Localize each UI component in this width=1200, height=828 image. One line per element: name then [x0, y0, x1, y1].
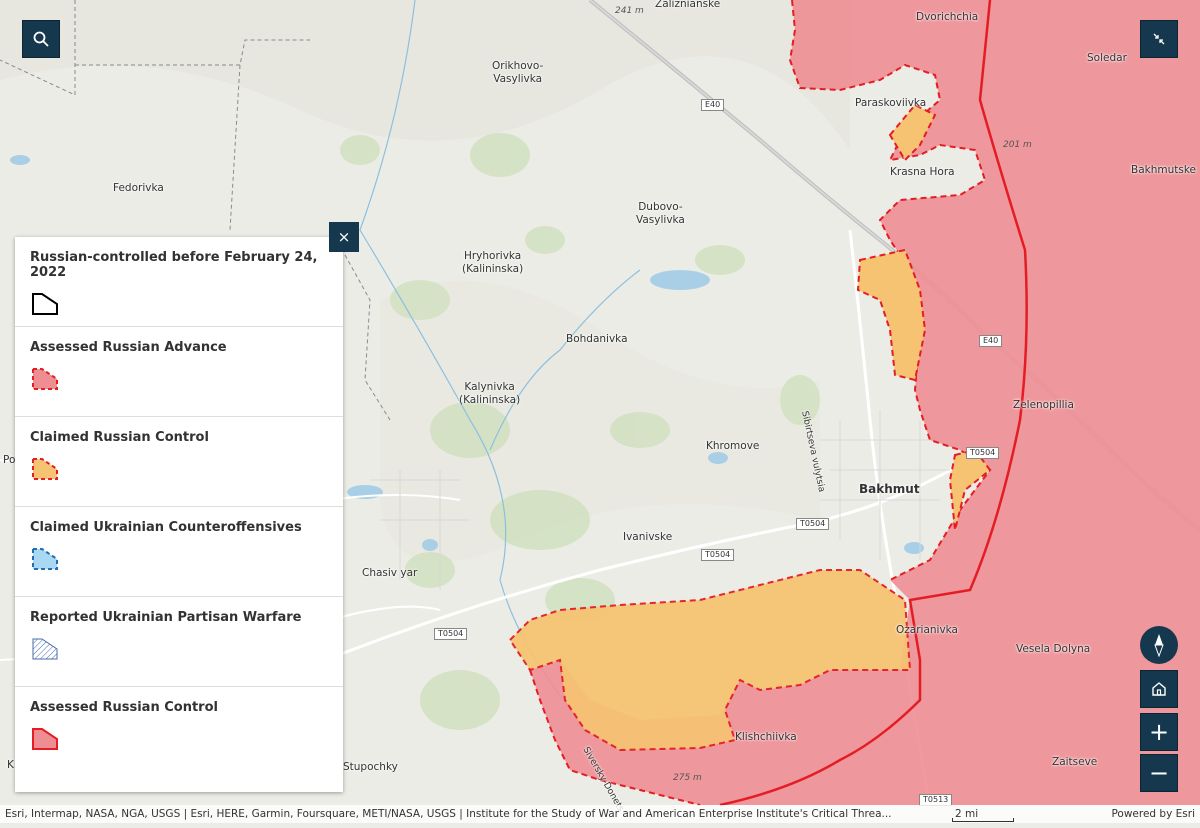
road-shield: T0504	[796, 518, 830, 530]
road-shield: E40	[979, 335, 1003, 347]
legend-label: Assessed Russian Advance	[30, 340, 227, 355]
compass-button[interactable]	[1140, 626, 1178, 664]
legend-item: Reported Ukrainian Partisan Warfare	[15, 597, 343, 687]
attribution-text[interactable]: Esri, Intermap, NASA, NGA, USGS | Esri, …	[5, 805, 915, 823]
legend-item: Assessed Russian Control	[15, 687, 343, 777]
place-chasiv-yar: Chasiv yar	[362, 567, 418, 579]
attribution-bar: Esri, Intermap, NASA, NGA, USGS | Esri, …	[0, 805, 1200, 823]
legend-label: Claimed Russian Control	[30, 430, 209, 445]
legend-label: Assessed Russian Control	[30, 700, 218, 715]
legend-panel: Russian-controlled before February 24, 2…	[15, 237, 343, 792]
place-zaliznianske: Zaliznianske	[655, 0, 721, 10]
legend-swatch-claimed-russian-control	[32, 458, 58, 480]
place-dubovo-vasylivka: Dubovo- Vasylivka	[636, 201, 685, 226]
powered-by-esri[interactable]: Powered by Esri	[1111, 805, 1195, 823]
place-fedorivka: Fedorivka	[113, 182, 164, 194]
zoom-in-button[interactable]: +	[1140, 713, 1178, 751]
place-klishchiivka: Klishchiivka	[735, 731, 797, 743]
place-vesela-dolyna: Vesela Dolyna	[1016, 643, 1091, 655]
place-ivanivske: Ivanivske	[623, 531, 673, 543]
search-icon	[33, 31, 49, 47]
road-shield: T0504	[434, 628, 468, 640]
place-ozarianivka: Ozarianivka	[896, 624, 958, 636]
place-k: K	[7, 759, 14, 771]
legend-item: Russian-controlled before February 24, 2…	[15, 237, 343, 327]
place-orikhovo-vasylivka: Orikhovo- Vasylivka	[492, 60, 544, 85]
exit-fullscreen-button[interactable]	[1140, 20, 1178, 58]
compass-icon	[1154, 634, 1164, 657]
place-krasna-hora: Krasna Hora	[890, 166, 955, 178]
place-hryhorivka: Hryhorivka (Kalininska)	[462, 250, 524, 275]
legend-label: Reported Ukrainian Partisan Warfare	[30, 610, 302, 625]
road-shield: E40	[701, 99, 725, 111]
road-shield: T0504	[701, 549, 735, 561]
zoom-out-button[interactable]: −	[1140, 754, 1178, 792]
legend-item: Claimed Russian Control	[15, 417, 343, 507]
place-stupochky: Stupochky	[343, 761, 398, 773]
place-kalynivka: Kalynivka (Kalininska)	[459, 381, 521, 406]
elevation-label: 241 m	[615, 6, 644, 16]
place-dvorichchia: Dvorichchia	[916, 11, 979, 23]
legend-label: Claimed Ukrainian Counteroffensives	[30, 520, 302, 535]
place-zelenopillia: Zelenopillia	[1013, 399, 1074, 411]
legend-swatch-assessed-russian-control	[32, 728, 58, 750]
place-paraskoviivka: Paraskoviivka	[855, 97, 927, 109]
home-button[interactable]	[1140, 670, 1178, 708]
scale-bar	[952, 818, 1014, 822]
place-khromove: Khromove	[706, 440, 760, 452]
collapse-arrows-icon	[1153, 33, 1165, 45]
place-bohdanivka: Bohdanivka	[566, 333, 628, 345]
home-icon	[1152, 682, 1166, 696]
legend-swatch-russian-controlled-pre-2022	[32, 293, 58, 315]
legend-item: Claimed Ukrainian Counteroffensives	[15, 507, 343, 597]
legend-item: Assessed Russian Advance	[15, 327, 343, 417]
legend-swatch-ukrainian-counteroffensives	[32, 548, 58, 570]
legend-swatch-assessed-advance	[32, 368, 58, 390]
place-bakhmut: Bakhmut	[859, 482, 920, 496]
search-button[interactable]	[22, 20, 60, 58]
place-zaitseve: Zaitseve	[1052, 756, 1098, 768]
legend-label: Russian-controlled before February 24, 2…	[30, 250, 318, 280]
place-soledar: Soledar	[1087, 52, 1127, 64]
elevation-label: 275 m	[673, 773, 702, 783]
place-bakhmutske: Bakhmutske	[1131, 164, 1197, 176]
elevation-label: 201 m	[1003, 140, 1032, 150]
legend-swatch-partisan-warfare	[32, 638, 58, 660]
place-po: Po	[3, 454, 16, 466]
legend-close-button[interactable]: ×	[329, 222, 359, 252]
road-shield: T0504	[966, 447, 1000, 459]
